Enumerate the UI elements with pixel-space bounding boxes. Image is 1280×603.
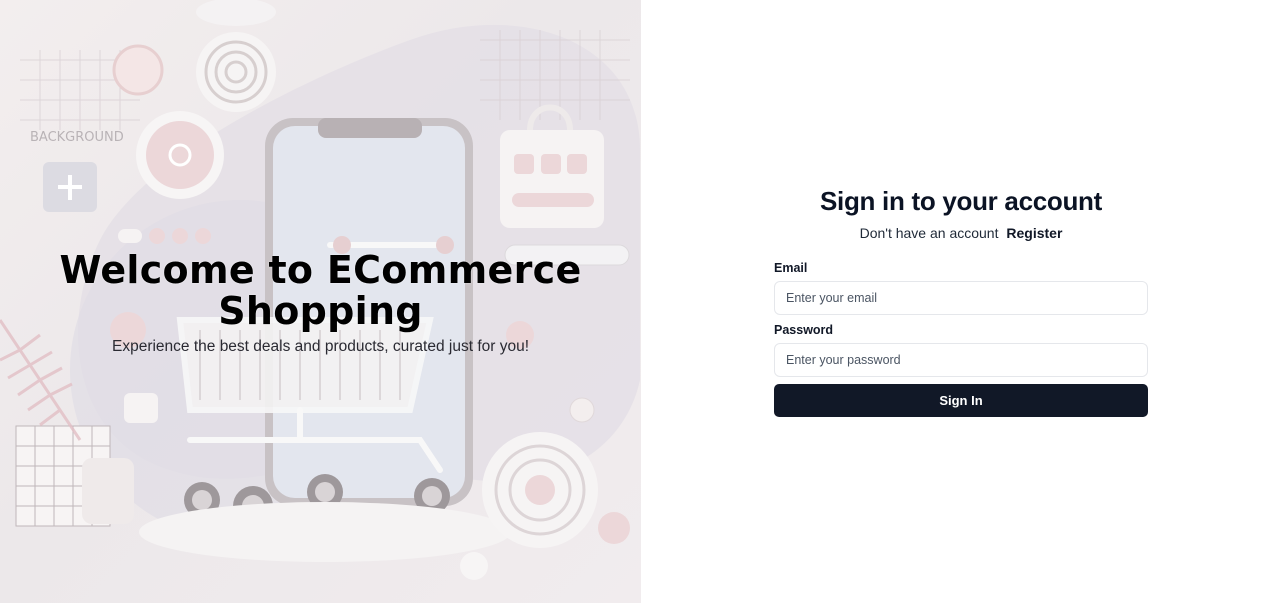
email-field[interactable] [774,281,1148,315]
hero-subtitle: Experience the best deals and products, … [111,338,530,355]
hero-title-line2: Shopping [218,289,423,333]
email-label: Email [774,261,808,275]
register-prompt: Don't have an account [859,225,999,241]
login-form: Sign in to your account Don't have an ac… [774,186,1148,417]
register-link[interactable]: Register [1006,225,1062,241]
hero-text: Welcome to ECommerce Shopping Experience… [0,250,641,356]
register-prompt-line: Don't have an account Register [774,225,1148,241]
login-panel: Sign in to your account Don't have an ac… [641,0,1280,603]
password-label: Password [774,323,834,337]
login-title: Sign in to your account [820,186,1102,216]
hero-panel: BACKGROUND Welcome to ECommerce Shopping… [0,0,641,603]
hero-title-line1: Welcome to ECommerce [59,248,582,292]
password-field[interactable] [774,343,1148,377]
hero-title: Welcome to ECommerce Shopping [0,250,641,332]
hero-background-overlay-text: BACKGROUND [30,130,124,145]
sign-in-button[interactable]: Sign In [774,384,1148,417]
